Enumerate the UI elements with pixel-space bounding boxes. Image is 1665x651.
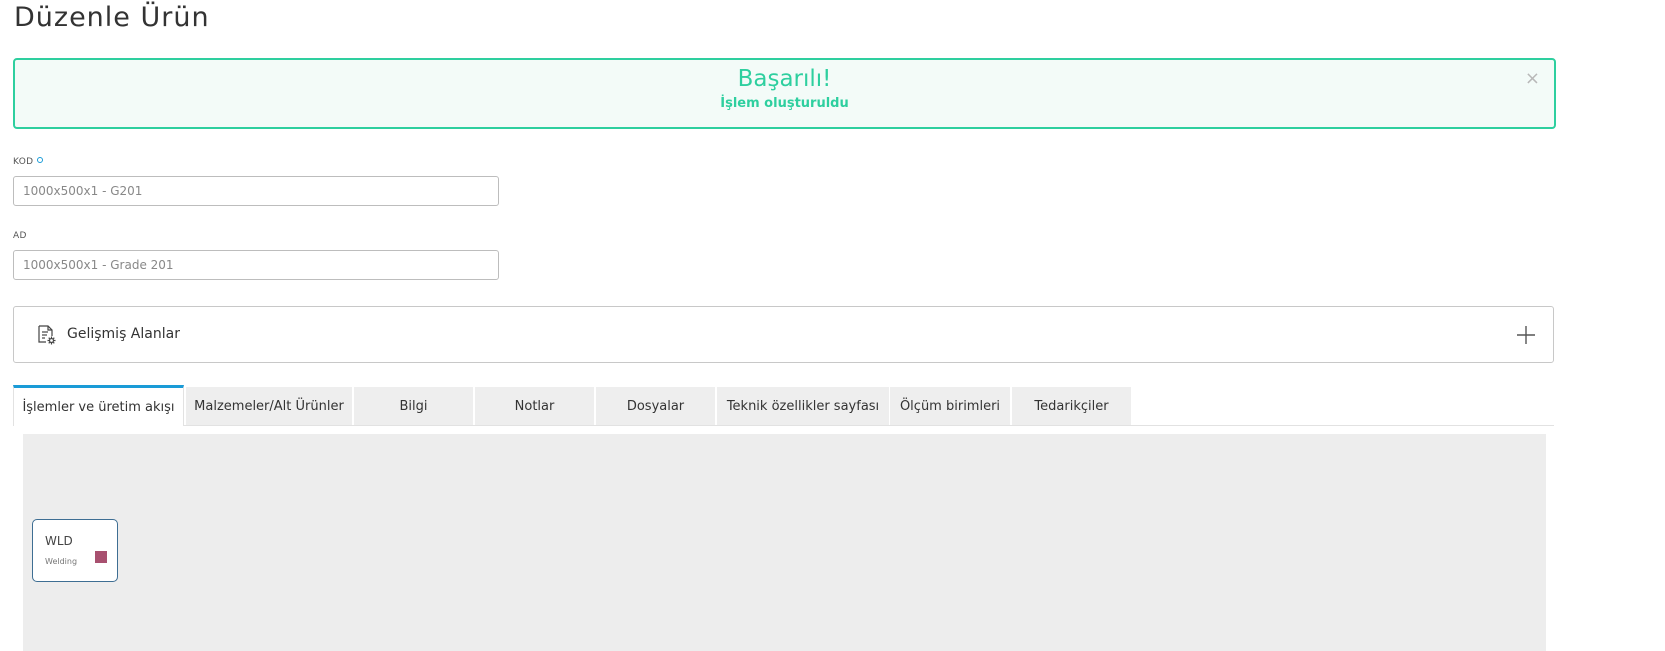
tab-operations-workflow[interactable]: İşlemler ve üretim akışı	[13, 385, 184, 426]
tab-materials-subproducts[interactable]: Malzemeler/Alt Ürünler	[186, 387, 352, 425]
plus-icon[interactable]	[1515, 324, 1537, 346]
code-label-text: KOD	[13, 157, 34, 167]
edit-product-page: Düzenle Ürün Başarılı! İşlem oluşturuldu…	[0, 0, 1665, 651]
required-indicator-icon	[37, 157, 44, 163]
advanced-fields-label: Gelişmiş Alanlar	[67, 326, 180, 342]
page-title: Düzenle Ürün	[14, 2, 210, 33]
advanced-fields-panel[interactable]: Gelişmiş Alanlar	[13, 306, 1554, 363]
node-name: Welding	[45, 557, 78, 566]
tab-units[interactable]: Ölçüm birimleri	[890, 387, 1010, 425]
node-code: WLD	[45, 534, 73, 548]
alert-title: Başarılı!	[737, 66, 832, 92]
workflow-canvas[interactable]: WLD Welding	[23, 434, 1546, 651]
tab-files[interactable]: Dosyalar	[596, 387, 715, 425]
code-input[interactable]	[13, 176, 499, 206]
workflow-node[interactable]: WLD Welding	[32, 519, 118, 582]
product-tabs: İşlemler ve üretim akışı Malzemeler/Alt …	[13, 385, 1554, 426]
code-field-label: KOD	[13, 157, 44, 167]
tab-info[interactable]: Bilgi	[354, 387, 473, 425]
alert-message: İşlem oluşturuldu	[720, 96, 849, 111]
node-color-swatch	[95, 551, 107, 563]
tab-suppliers[interactable]: Tedarikçiler	[1012, 387, 1131, 425]
name-field-label: AD	[13, 231, 27, 241]
close-icon[interactable]: ×	[1525, 70, 1540, 88]
document-settings-icon	[36, 324, 58, 346]
success-alert: Başarılı! İşlem oluşturuldu ×	[13, 58, 1556, 129]
tab-technical-specs[interactable]: Teknik özellikler sayfası	[717, 387, 889, 425]
tab-notes[interactable]: Notlar	[475, 387, 594, 425]
name-input[interactable]	[13, 250, 499, 280]
